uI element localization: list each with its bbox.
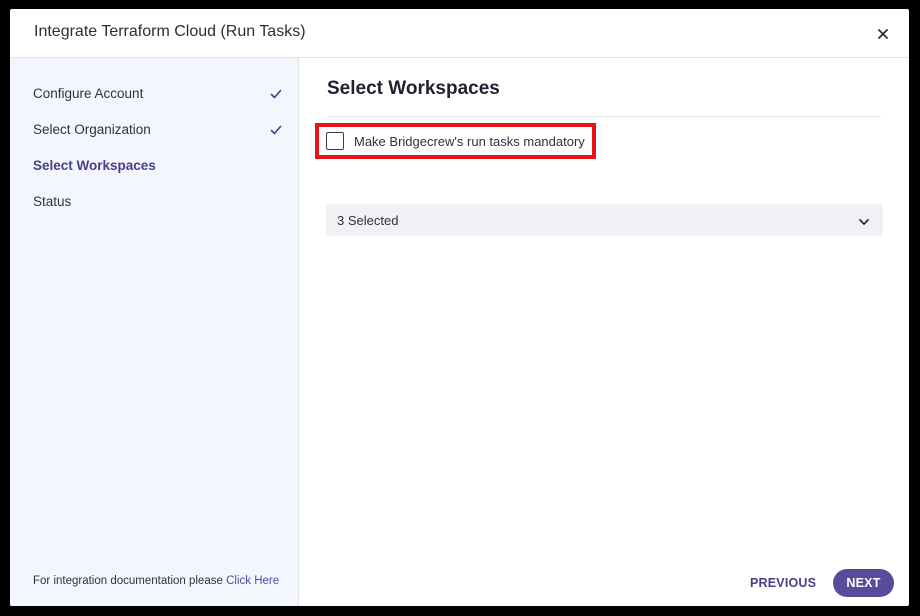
close-icon[interactable] [873,24,893,44]
step-select-workspaces[interactable]: Select Workspaces [33,158,283,178]
next-button[interactable]: NEXT [833,569,894,597]
doc-note-text: For integration documentation please [33,575,223,587]
step-status[interactable]: Status [33,194,283,214]
chevron-down-icon [858,215,870,227]
check-icon [269,123,283,137]
steps-sidebar: Configure Account Select Organization Se… [10,58,299,606]
documentation-note: For integration documentation please Cli… [33,575,279,587]
check-icon [269,87,283,101]
step-label: Configure Account [33,86,144,101]
integration-dialog: Integrate Terraform Cloud (Run Tasks) Co… [10,9,909,606]
documentation-link[interactable]: Click Here [226,575,279,587]
step-label: Status [33,194,72,209]
mandatory-checkbox-label[interactable]: Make Bridgecrew's run tasks mandatory [354,134,585,149]
step-label: Select Organization [33,122,151,137]
workspaces-select[interactable]: 3 Selected [326,204,883,236]
mandatory-checkbox[interactable] [326,132,344,150]
main-panel: Select Workspaces Make Bridgecrew's run … [299,58,909,606]
dialog-title: Integrate Terraform Cloud (Run Tasks) [34,23,306,40]
step-label: Select Workspaces [33,158,156,173]
workspaces-select-value: 3 Selected [337,213,399,228]
dialog-header: Integrate Terraform Cloud (Run Tasks) [10,9,909,58]
step-select-organization[interactable]: Select Organization [33,122,283,142]
step-configure-account[interactable]: Configure Account [33,86,283,106]
section-title: Select Workspaces [327,78,500,99]
previous-button[interactable]: PREVIOUS [750,576,816,590]
section-divider [327,116,881,117]
